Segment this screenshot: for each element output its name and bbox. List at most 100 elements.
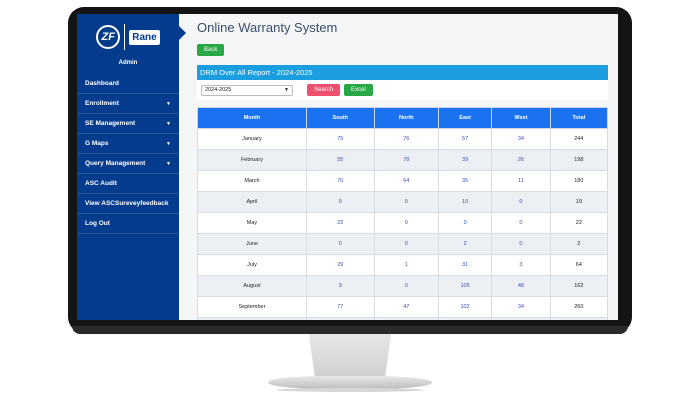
chevron-down-icon: ▼ — [166, 140, 171, 147]
sidebar-item[interactable]: ASC Audit — [77, 174, 179, 194]
report-filters: 2024-2025 ▼ Search Excel — [197, 80, 608, 100]
table-body: January 75 76 57 34 244 February 55 78 39 26 198 Mar… — [197, 128, 609, 320]
sidebar-item-label: SE Management — [85, 120, 136, 127]
value-link[interactable]: 11 — [491, 170, 551, 192]
value-link[interactable]: 102 — [437, 296, 493, 318]
table-row: April 9 0 10 0 19 — [197, 191, 609, 213]
chevron-down-icon: ▼ — [166, 120, 171, 127]
table-row: May 22 0 0 0 22 — [197, 212, 609, 234]
total-cell: 64 — [549, 254, 609, 276]
table-row: July 29 1 31 3 64 — [197, 254, 609, 276]
total-cell: 19 — [549, 191, 609, 213]
value-link[interactable]: 0 — [373, 233, 439, 255]
column-header: Total — [549, 107, 609, 129]
value-link[interactable]: 9 — [305, 275, 375, 297]
value-link[interactable]: 0 — [373, 191, 439, 213]
table-row: February 55 78 39 26 198 — [197, 149, 609, 171]
value-link[interactable]: 57 — [437, 128, 493, 150]
value-link[interactable]: 105 — [437, 275, 493, 297]
total-cell: 162 — [549, 275, 609, 297]
excel-button[interactable]: Excel — [344, 84, 373, 96]
month-cell: March — [197, 170, 307, 192]
sidebar-item[interactable]: Dashboard — [77, 74, 179, 94]
column-header: South — [305, 107, 375, 129]
value-link[interactable]: 70 — [305, 170, 375, 192]
value-link[interactable]: 73 — [491, 317, 551, 320]
value-link[interactable]: 0 — [491, 212, 551, 234]
value-link[interactable]: 76 — [373, 128, 439, 150]
value-link[interactable]: 34 — [491, 296, 551, 318]
monitor-base-shadow — [276, 388, 424, 392]
sidebar-item-label: G Maps — [85, 140, 109, 147]
sidebar-item[interactable]: Enrollment ▼ — [77, 94, 179, 114]
value-link[interactable]: 26 — [491, 149, 551, 171]
month-cell: October — [197, 317, 307, 320]
value-link[interactable]: 95 — [373, 317, 439, 320]
month-cell: January — [197, 128, 307, 150]
month-cell: February — [197, 149, 307, 171]
value-link[interactable]: 31 — [437, 254, 493, 276]
value-link[interactable]: 116 — [437, 317, 493, 320]
sidebar-item[interactable]: Query Management ▼ — [77, 154, 179, 174]
page-title: Online Warranty System — [197, 20, 338, 35]
value-link[interactable]: 3 — [491, 254, 551, 276]
zf-logo: ZF — [96, 25, 121, 49]
value-link[interactable]: 9 — [305, 191, 375, 213]
table-header-row: Month South North East West Total — [197, 107, 609, 129]
column-header: North — [373, 107, 439, 129]
value-link[interactable]: 2 — [437, 233, 493, 255]
year-select[interactable]: 2024-2025 ▼ — [201, 84, 293, 96]
value-link[interactable]: 0 — [373, 275, 439, 297]
menu-icon[interactable]: ≡ — [181, 24, 185, 30]
total-cell: 180 — [549, 170, 609, 192]
sidebar-item[interactable]: Log Out — [77, 214, 179, 234]
value-link[interactable]: 78 — [373, 149, 439, 171]
total-cell: 260 — [549, 296, 609, 318]
chevron-down-icon: ▼ — [166, 100, 171, 107]
value-link[interactable]: 0 — [305, 233, 375, 255]
value-link[interactable]: 75 — [305, 128, 375, 150]
value-link[interactable]: 55 — [305, 149, 375, 171]
column-header: West — [491, 107, 551, 129]
table-row: September 77 47 102 34 260 — [197, 296, 609, 318]
search-button[interactable]: Search — [307, 84, 341, 96]
user-name: Admin — [118, 60, 138, 66]
table-row: June 0 0 2 0 2 — [197, 233, 609, 255]
sidebar-item[interactable]: View ASCSureveyfeedback — [77, 194, 179, 214]
value-link[interactable]: 47 — [373, 296, 439, 318]
value-link[interactable]: 77 — [305, 296, 375, 318]
month-cell: August — [197, 275, 307, 297]
table-row: March 70 64 35 11 180 — [197, 170, 609, 192]
value-link[interactable]: 10 — [437, 191, 493, 213]
value-link[interactable]: 35 — [437, 170, 493, 192]
chevron-down-icon: ▼ — [284, 87, 289, 93]
value-link[interactable]: 0 — [491, 233, 551, 255]
value-link[interactable]: 34 — [491, 128, 551, 150]
total-cell: 244 — [549, 128, 609, 150]
total-cell: 198 — [549, 149, 609, 171]
value-link[interactable]: 29 — [305, 254, 375, 276]
month-cell: July — [197, 254, 307, 276]
sidebar-item[interactable]: SE Management ▼ — [77, 114, 179, 134]
value-link[interactable]: 0 — [491, 191, 551, 213]
back-button[interactable]: Back — [197, 44, 225, 56]
sidebar-item-label: Query Management — [85, 160, 146, 167]
value-link[interactable]: 1 — [373, 254, 439, 276]
sidebar-item-label: ASC Audit — [85, 180, 117, 187]
value-link[interactable]: 39 — [437, 149, 493, 171]
value-link[interactable]: 0 — [373, 212, 439, 234]
value-link[interactable]: 48 — [491, 275, 551, 297]
table-row: January 75 76 57 34 244 — [197, 128, 609, 150]
value-link[interactable]: 22 — [305, 212, 375, 234]
sidebar-item[interactable]: G Maps ▼ — [77, 134, 179, 154]
report-title: DRM Over All Report - 2024-2025 — [197, 65, 608, 80]
monitor-chin — [72, 326, 628, 334]
total-cell: 22 — [549, 212, 609, 234]
value-link[interactable]: 119 — [305, 317, 375, 320]
screen: ZF Rane Admin Dashboard Enrollment ▼ SE Man… — [77, 14, 618, 320]
column-header: Month — [197, 107, 307, 129]
total-cell: 403 — [549, 317, 609, 320]
column-header: East — [437, 107, 493, 129]
value-link[interactable]: 0 — [437, 212, 493, 234]
value-link[interactable]: 64 — [373, 170, 439, 192]
